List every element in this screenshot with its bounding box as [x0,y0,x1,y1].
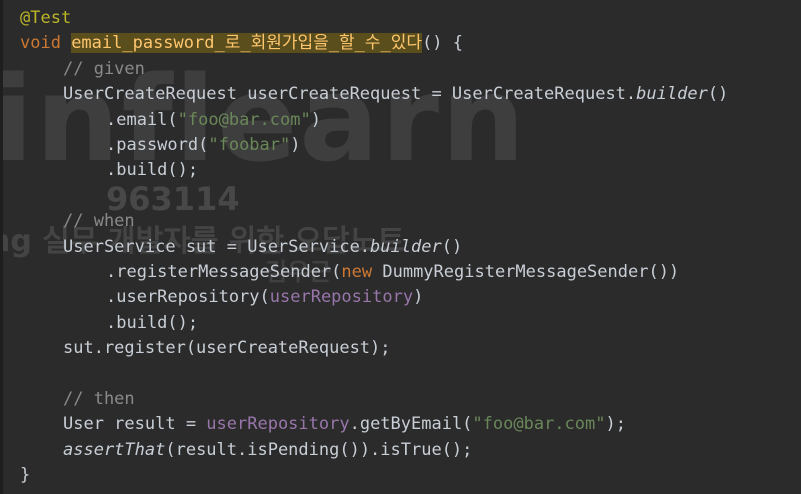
code-token: "foo@bar.com" [177,109,311,130]
code-line[interactable]: void email_password_로_회원가입을_할_수_있다() { [20,31,728,56]
code-line[interactable]: .email("foo@bar.com") [20,108,728,133]
code-token: userRepository [269,287,414,308]
code-token: builder [636,84,708,105]
code-token: .password( [106,134,209,155]
code-token: User result = [63,414,207,435]
code-line[interactable]: UserCreateRequest userCreateRequest = Us… [20,82,728,107]
code-line[interactable]: sut.register(userCreateRequest); [20,336,728,361]
code-line[interactable]: .build(); [20,158,728,183]
code-line[interactable]: } [20,463,728,488]
code-line[interactable]: // then [20,387,728,412]
code-line[interactable]: // when [20,209,728,234]
code-token: ) [290,134,301,155]
code-token: () { [422,33,464,54]
code-line[interactable]: .registerMessageSender(new DummyRegister… [20,260,728,285]
code-token: DummyRegisterMessageSender()) [382,261,680,282]
code-token: .userRepository( [106,287,270,308]
code-token: () [441,236,463,257]
code-token: ) [310,109,321,130]
code-line[interactable]: // given [20,57,728,82]
code-content[interactable]: @Test void email_password_로_회원가입을_할_수_있다(… [20,6,728,488]
code-line[interactable]: @Test [20,6,728,31]
code-token: sut.register(userCreateRequest); [63,338,391,359]
code-token: // given [63,58,145,79]
code-line[interactable]: UserService sut = UserService.builder() [20,235,728,260]
code-token: builder [370,236,442,257]
code-token: (result.isPending()).isTrue(); [165,439,473,460]
code-line[interactable]: .build(); [20,311,728,336]
code-token: assertThat [63,439,166,460]
code-token: .registerMessageSender( [106,261,342,282]
code-token: .getByEmail( [349,414,473,435]
code-token: // when [63,211,135,232]
code-token: ); [605,414,626,435]
code-line[interactable]: User result = userRepository.getByEmail(… [20,412,728,437]
code-token: } [20,465,31,486]
code-token: .build(); [106,160,199,181]
code-token: .email( [106,109,178,130]
code-line[interactable] [20,361,728,386]
code-line[interactable]: .password("foobar") [20,133,728,158]
code-token: UserService sut = UserService. [63,236,371,257]
code-token: userRepository [206,414,350,435]
code-line[interactable] [20,184,728,209]
code-token: "foobar" [208,134,291,155]
code-token: email_password_로_회원가입을_할_수_있다 [71,33,423,54]
code-token: void [20,33,72,54]
code-token: .build(); [106,312,199,333]
code-token: // then [63,388,135,409]
code-line[interactable]: .userRepository(userRepository) [20,285,728,310]
code-token: "foo@bar.com" [472,414,606,435]
code-editor[interactable]: inflearn 963114 ng 실무 개발자를 위한 오답노트 김우근 @… [0,0,801,494]
code-token: ) [413,287,424,308]
code-token: new [341,261,383,282]
code-token: () [707,84,729,105]
code-token: UserCreateRequest userCreateRequest = Us… [63,84,637,105]
code-line[interactable]: assertThat(result.isPending()).isTrue(); [20,438,728,463]
code-token: @Test [20,8,72,28]
